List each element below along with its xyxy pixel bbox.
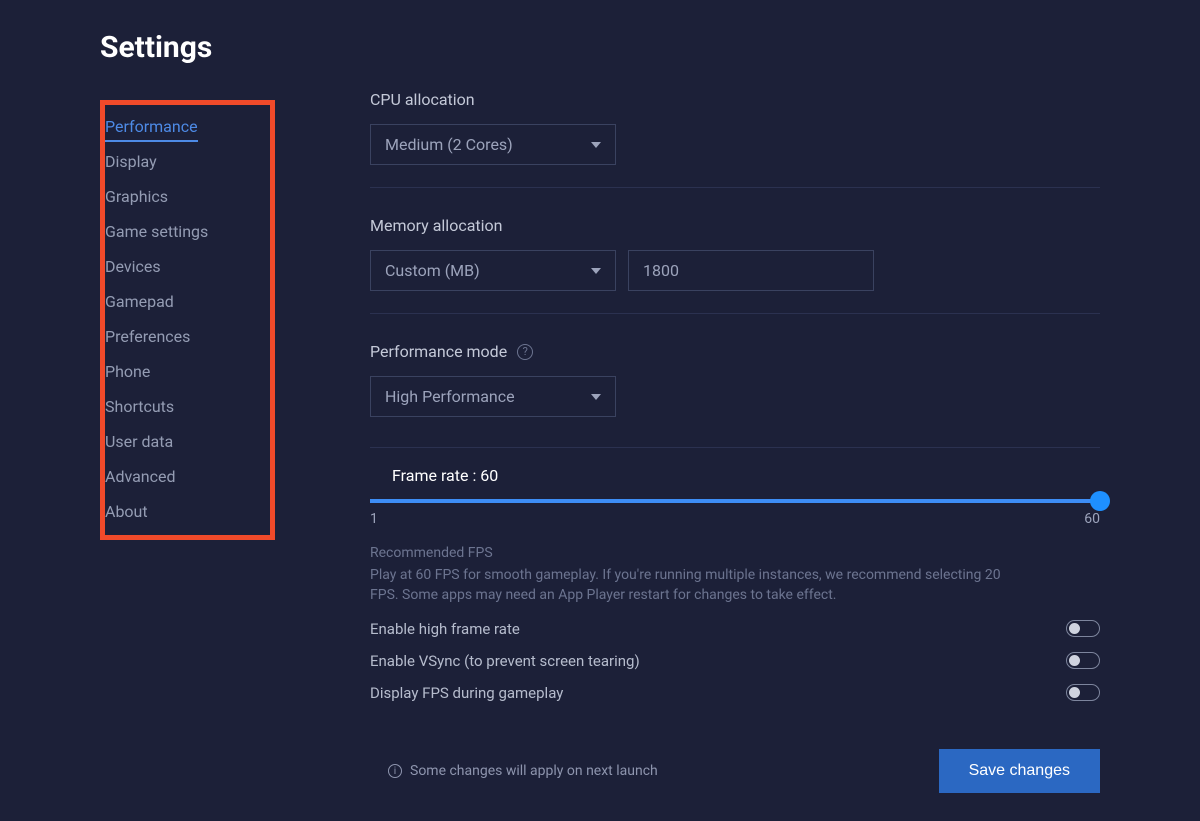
help-icon[interactable]: ?: [517, 344, 533, 360]
perf-mode-label: Performance mode ?: [370, 342, 1100, 361]
fps-recommended-text: Play at 60 FPS for smooth gameplay. If y…: [370, 565, 1010, 606]
toggle-label-vsync: Enable VSync (to prevent screen tearing): [370, 652, 640, 670]
sidebar-item-display[interactable]: Display: [100, 152, 270, 171]
save-changes-button[interactable]: Save changes: [939, 749, 1100, 793]
performance-mode-section: Performance mode ? High Performance: [370, 342, 1100, 417]
cpu-section: CPU allocation Medium (2 Cores): [370, 90, 1100, 188]
toggle-vsync[interactable]: [1066, 652, 1100, 669]
sidebar-item-gamepad[interactable]: Gamepad: [100, 292, 270, 311]
info-icon: i: [388, 764, 402, 778]
cpu-label: CPU allocation: [370, 90, 1100, 109]
divider: [370, 187, 1100, 188]
fps-slider[interactable]: [370, 499, 1100, 503]
page-title: Settings: [100, 30, 370, 65]
fps-recommended-header: Recommended FPS: [370, 545, 1100, 561]
chevron-down-icon: [591, 268, 601, 274]
fps-slider-fill: [370, 499, 1100, 503]
toggle-row-showfps: Display FPS during gameplay: [370, 684, 1100, 702]
footer: i Some changes will apply on next launch…: [370, 749, 1100, 793]
perf-mode-select[interactable]: High Performance: [370, 376, 616, 417]
toggle-row-hfr: Enable high frame rate: [370, 620, 1100, 638]
toggle-display-fps[interactable]: [1066, 684, 1100, 701]
divider: [370, 313, 1100, 314]
sidebar-item-advanced[interactable]: Advanced: [100, 467, 270, 486]
footer-note: i Some changes will apply on next launch: [388, 763, 658, 779]
sidebar-item-user-data[interactable]: User data: [100, 432, 270, 451]
cpu-select-value: Medium (2 Cores): [385, 135, 513, 154]
fps-range-labels: 1 60: [370, 511, 1100, 527]
memory-value-input[interactable]: 1800: [628, 250, 874, 291]
memory-section: Memory allocation Custom (MB) 1800: [370, 216, 1100, 314]
memory-mode-value: Custom (MB): [385, 261, 480, 280]
fps-section: Frame rate : 60 1 60 Recommended FPS Pla…: [370, 447, 1100, 702]
toggle-knob: [1069, 687, 1080, 698]
footer-note-text: Some changes will apply on next launch: [410, 763, 658, 779]
cpu-select[interactable]: Medium (2 Cores): [370, 124, 616, 165]
fps-slider-thumb[interactable]: [1090, 491, 1110, 511]
sidebar-item-devices[interactable]: Devices: [100, 257, 270, 276]
chevron-down-icon: [591, 142, 601, 148]
perf-mode-value: High Performance: [385, 387, 515, 406]
fps-max: 60: [1084, 511, 1100, 527]
sidebar-item-performance[interactable]: Performance: [100, 117, 270, 136]
sidebar-item-shortcuts[interactable]: Shortcuts: [100, 397, 270, 416]
fps-label: Frame rate : 60: [392, 466, 1100, 485]
sidebar: Settings Performance Display Graphics Ga…: [0, 0, 370, 821]
memory-mode-select[interactable]: Custom (MB): [370, 250, 616, 291]
sidebar-nav: Performance Display Graphics Game settin…: [100, 105, 270, 535]
sidebar-item-graphics[interactable]: Graphics: [100, 187, 270, 206]
main-content: CPU allocation Medium (2 Cores) Memory a…: [370, 0, 1200, 821]
toggle-knob: [1069, 655, 1080, 666]
sidebar-item-game-settings[interactable]: Game settings: [100, 222, 270, 241]
toggle-knob: [1069, 623, 1080, 634]
toggle-high-frame-rate[interactable]: [1066, 620, 1100, 637]
fps-min: 1: [370, 511, 378, 527]
sidebar-item-about[interactable]: About: [100, 502, 270, 521]
sidebar-item-preferences[interactable]: Preferences: [100, 327, 270, 346]
sidebar-highlight-box: Performance Display Graphics Game settin…: [100, 100, 275, 540]
toggle-row-vsync: Enable VSync (to prevent screen tearing): [370, 652, 1100, 670]
sidebar-item-phone[interactable]: Phone: [100, 362, 270, 381]
chevron-down-icon: [591, 394, 601, 400]
memory-label: Memory allocation: [370, 216, 1100, 235]
toggle-label-showfps: Display FPS during gameplay: [370, 684, 563, 702]
toggle-label-hfr: Enable high frame rate: [370, 620, 520, 638]
